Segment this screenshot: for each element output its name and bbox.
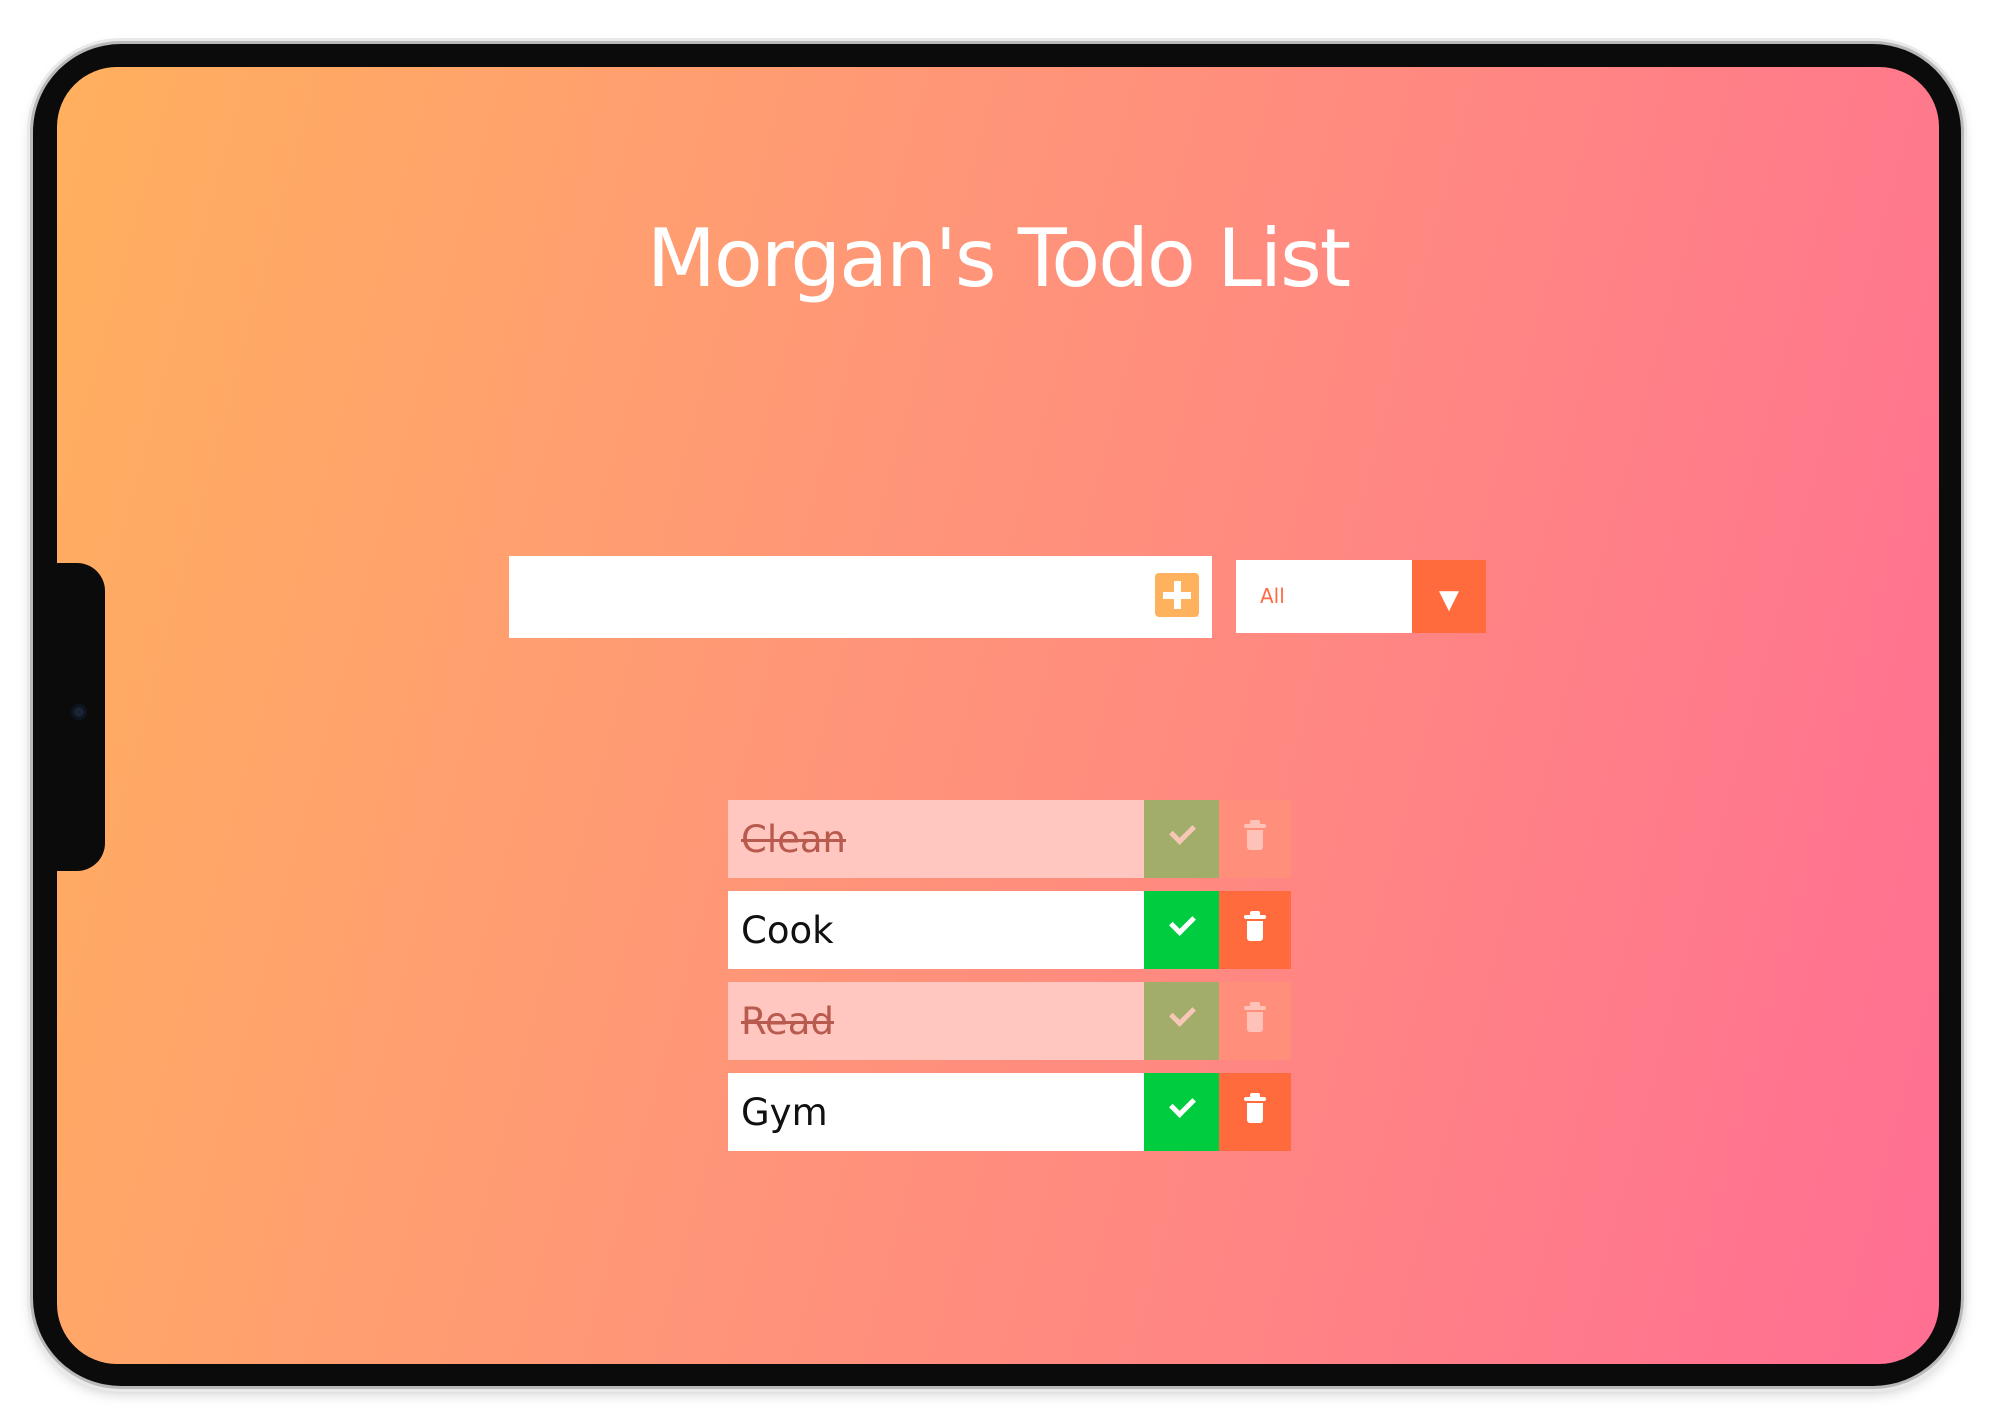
delete-button[interactable] <box>1219 982 1291 1060</box>
todo-item: Gym <box>728 1073 1291 1151</box>
delete-button[interactable] <box>1219 891 1291 969</box>
check-icon <box>1169 818 1196 845</box>
todo-list: Clean Cook Read Gym <box>728 800 1291 1164</box>
page-title: Morgan's Todo List <box>646 211 1351 305</box>
delete-button[interactable] <box>1219 1073 1291 1151</box>
filter-select[interactable]: All ▼ <box>1236 560 1486 633</box>
complete-button[interactable] <box>1144 1073 1219 1151</box>
check-icon <box>1169 1000 1196 1027</box>
todo-input[interactable] <box>509 556 1145 636</box>
camera-icon <box>71 704 87 720</box>
check-icon <box>1169 909 1196 936</box>
todo-text: Cook <box>728 891 1144 969</box>
caret-down-icon: ▼ <box>1412 560 1486 633</box>
todo-item: Read <box>728 982 1291 1060</box>
todo-text: Clean <box>728 800 1144 878</box>
filter-selected-value: All <box>1260 584 1285 608</box>
complete-button[interactable] <box>1144 800 1219 878</box>
todo-item: Cook <box>728 891 1291 969</box>
todo-text: Gym <box>728 1073 1144 1151</box>
complete-button[interactable] <box>1144 982 1219 1060</box>
todo-input-container <box>509 556 1212 638</box>
todo-item: Clean <box>728 800 1291 878</box>
complete-button[interactable] <box>1144 891 1219 969</box>
todo-text: Read <box>728 982 1144 1060</box>
check-icon <box>1169 1091 1196 1118</box>
add-todo-button[interactable] <box>1155 573 1199 617</box>
delete-button[interactable] <box>1219 800 1291 878</box>
